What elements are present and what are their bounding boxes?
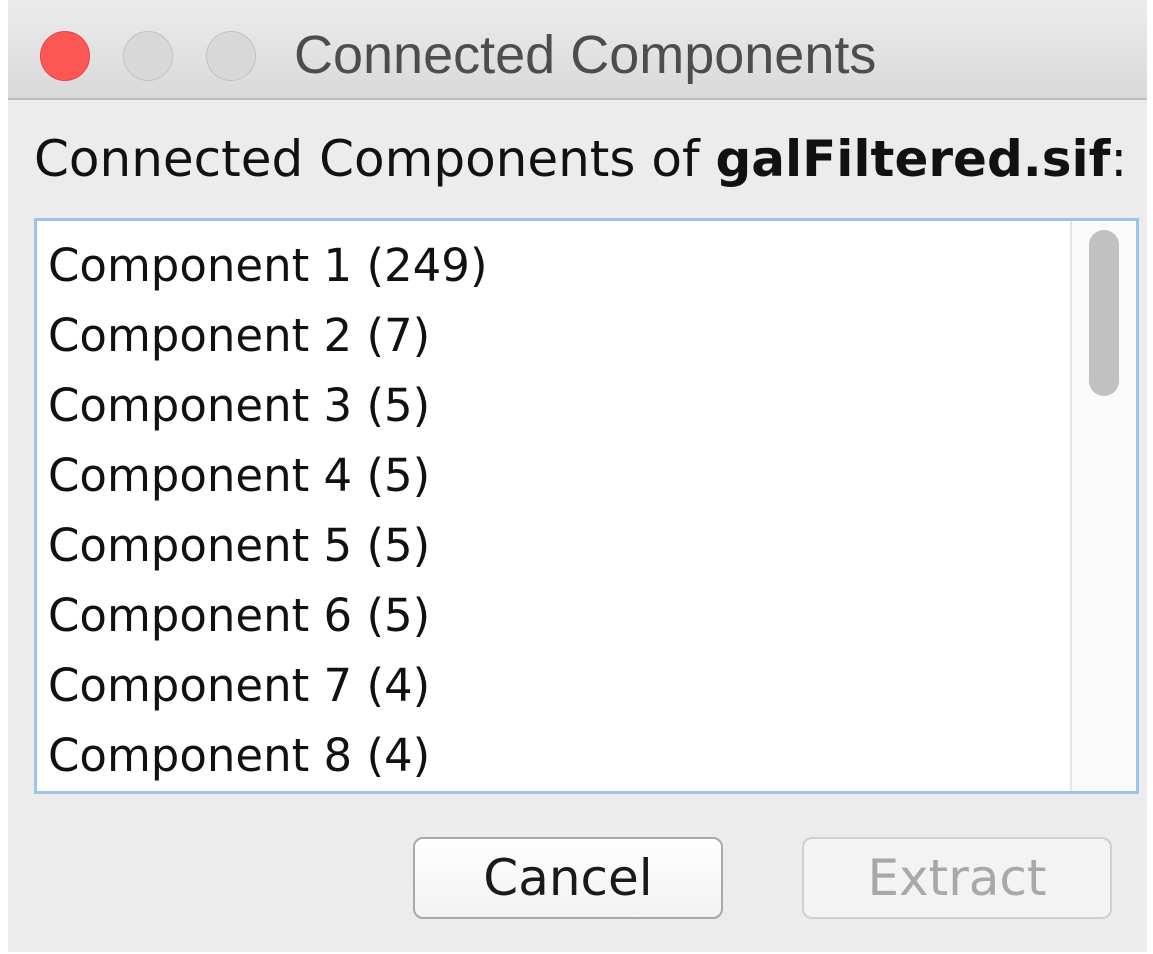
zoom-icon[interactable] bbox=[206, 31, 256, 81]
list-item[interactable]: Component 5 (5) bbox=[48, 511, 430, 581]
cancel-button[interactable]: Cancel bbox=[413, 837, 723, 919]
list-item[interactable]: Component 2 (7) bbox=[48, 301, 430, 371]
components-list-box[interactable]: Component 1 (249) Component 2 (7) Componen… bbox=[34, 218, 1139, 794]
list-item[interactable]: Component 4 (5) bbox=[48, 441, 430, 511]
network-name: galFiltered.sif bbox=[715, 130, 1111, 188]
minimize-icon[interactable] bbox=[123, 31, 173, 81]
list-item[interactable]: Component 3 (5) bbox=[48, 371, 430, 441]
title-bar[interactable]: Connected Components bbox=[8, 0, 1147, 100]
list-item[interactable]: Component 6 (5) bbox=[48, 581, 430, 651]
heading-prefix: Connected Components of bbox=[34, 130, 716, 188]
close-icon[interactable] bbox=[40, 31, 90, 81]
components-list[interactable]: Component 1 (249) Component 2 (7) Componen… bbox=[37, 221, 1067, 791]
list-item[interactable]: Component 7 (4) bbox=[48, 651, 430, 721]
window-title: Connected Components bbox=[294, 25, 877, 85]
scrollbar-thumb[interactable] bbox=[1089, 230, 1119, 396]
list-item[interactable]: Component 1 (249) bbox=[48, 231, 488, 301]
dialog-window: Connected Components Connected Component… bbox=[8, 0, 1147, 952]
extract-button[interactable]: Extract bbox=[802, 837, 1112, 919]
dialog-heading: Connected Components of galFiltered.sif: bbox=[34, 124, 1127, 194]
heading-suffix: : bbox=[1110, 130, 1128, 188]
list-item[interactable]: Component 8 (4) bbox=[48, 721, 430, 791]
scrollbar-track[interactable] bbox=[1070, 221, 1136, 791]
